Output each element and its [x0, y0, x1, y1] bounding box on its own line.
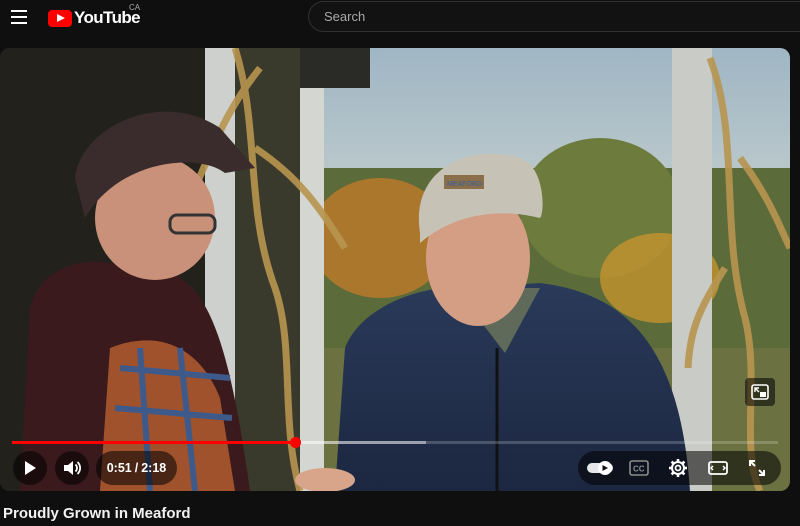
svg-text:CC: CC [633, 465, 645, 474]
video-player[interactable]: MEAFORD 0:51/2:18 CC [0, 48, 790, 491]
current-time: 0:51 [106, 461, 132, 475]
play-icon [25, 461, 36, 475]
theater-mode-button[interactable] [701, 451, 735, 485]
time-display: 0:51/2:18 [96, 451, 177, 485]
fullscreen-icon [749, 460, 765, 476]
played-bar [12, 441, 296, 444]
autoplay-toggle[interactable] [583, 451, 617, 485]
top-bar: YouTube CA [0, 0, 800, 34]
progress-bar[interactable] [12, 437, 778, 448]
settings-button[interactable] [661, 451, 695, 485]
volume-icon [64, 461, 82, 475]
captions-icon: CC [629, 460, 649, 476]
fullscreen-button[interactable] [740, 451, 774, 485]
miniplayer-button[interactable] [745, 378, 775, 406]
right-controls: CC [578, 451, 781, 485]
gear-icon [669, 459, 687, 477]
time-separator: / [134, 461, 139, 475]
hamburger-icon[interactable] [11, 10, 27, 24]
search-input[interactable] [322, 8, 800, 25]
search-box[interactable] [308, 1, 800, 32]
volume-button[interactable] [55, 451, 89, 485]
country-code: CA [129, 3, 141, 12]
video-frame[interactable]: MEAFORD [0, 48, 790, 491]
video-title: Proudly Grown in Meaford [3, 505, 191, 522]
youtube-logo[interactable]: YouTube [48, 8, 141, 28]
youtube-play-logo-icon [48, 9, 72, 27]
miniplayer-icon [751, 384, 769, 400]
theater-mode-icon [708, 461, 728, 475]
captions-button[interactable]: CC [622, 451, 656, 485]
cap-logo: MEAFORD [447, 181, 482, 188]
play-button[interactable] [13, 451, 47, 485]
autoplay-toggle-icon [587, 461, 613, 475]
duration: 2:18 [141, 461, 167, 475]
